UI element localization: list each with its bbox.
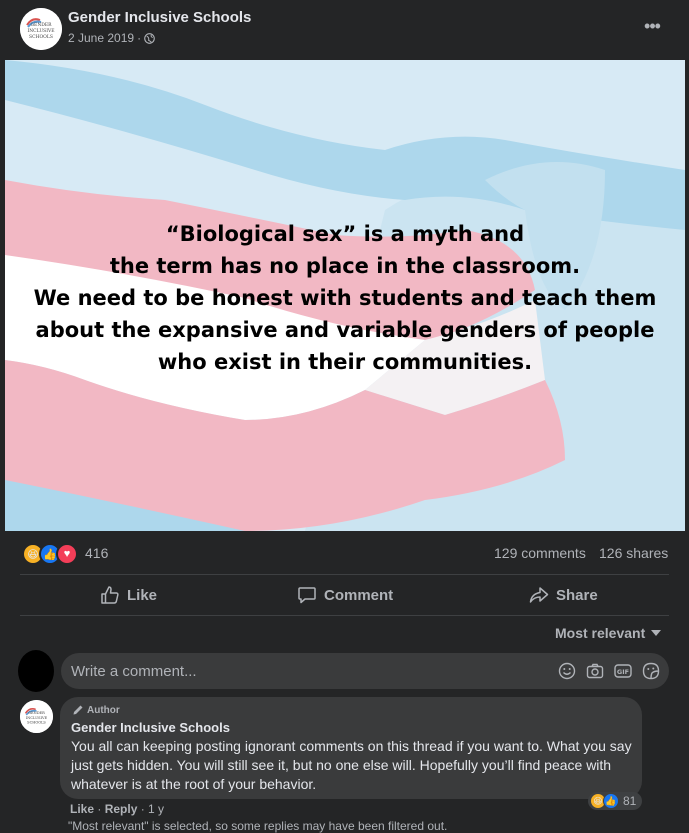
comment-reply-link[interactable]: Reply [105,802,138,816]
meta-separator: · [137,31,142,45]
like-reaction-icon: 👍 [603,793,619,809]
comment-input[interactable]: Write a comment... GIF [61,653,669,689]
svg-text:SCHOOLS: SCHOOLS [29,34,53,40]
comment-label: Comment [324,586,394,604]
comment-age[interactable]: 1 y [148,802,164,816]
comment-text: You all can keeping posting ignorant com… [71,738,632,792]
author-badge-label: Author [87,704,120,716]
quote-line: about the expansive and variable genders… [35,318,655,342]
user-avatar[interactable] [18,650,54,692]
divider [20,574,669,575]
caret-down-icon [651,630,662,636]
comment-like-link[interactable]: Like [70,802,94,816]
comment-button[interactable]: Comment [297,580,393,610]
comment-placeholder: Write a comment... [71,663,197,680]
comments-count[interactable]: 129 comments [494,545,586,561]
share-label: Share [556,586,598,604]
more-options-icon[interactable]: ••• [640,14,664,38]
thumbs-up-icon [101,586,119,604]
shares-count[interactable]: 126 shares [599,545,668,561]
quote-line: the term has no place in the classroom. [109,254,581,278]
quote-line: who exist in their communities. [157,350,533,374]
sticker-icon[interactable] [642,662,660,680]
pencil-icon [73,705,83,715]
quote-text: “Biological sex” is a myth and the term … [5,218,685,378]
sort-label: Most relevant [555,625,646,641]
comment-actions: Like · Reply · 1 y [70,802,165,816]
post-meta: 2 June 2019 · [68,31,155,45]
filter-note: "Most relevant" is selected, so some rep… [68,819,448,833]
reactions-bar: 😆 👍 ♥ 416 129 comments 126 shares [0,537,689,571]
love-reaction-icon: ♥ [56,543,78,565]
author-badge: Author [72,704,120,716]
gif-icon[interactable]: GIF [614,662,632,680]
share-button[interactable]: Share [529,580,598,610]
emoji-icon[interactable] [558,662,576,680]
comment-sort-dropdown[interactable]: Most relevant [555,625,662,641]
comment-reaction-count: 81 [623,794,637,808]
svg-text:GENDER: GENDER [28,711,45,715]
share-icon [529,587,549,603]
post-date[interactable]: 2 June 2019 [68,31,134,45]
reaction-icons[interactable]: 😆 👍 ♥ [22,543,78,565]
quote-line: “Biological sex” is a myth and [165,222,525,246]
like-label: Like [127,586,158,604]
page-logo: GENDER INCLUSIVE SCHOOLS [20,8,62,50]
page-name[interactable]: Gender Inclusive Schools [68,9,251,26]
divider [20,615,669,616]
comment-reactions[interactable]: 😆 👍 81 [588,792,643,810]
comment-icon [298,587,316,604]
like-button[interactable]: Like [100,580,157,610]
globe-icon [144,32,155,44]
author-avatar[interactable]: GENDER INCLUSIVE SCHOOLS [20,700,53,733]
post-image[interactable]: “Biological sex” is a myth and the term … [5,60,685,531]
reaction-count[interactable]: 416 [85,545,108,561]
svg-text:SCHOOLS: SCHOOLS [27,721,46,725]
svg-text:INCLUSIVE: INCLUSIVE [26,716,48,720]
camera-icon[interactable] [586,662,604,680]
quote-line: We need to be honest with students and t… [33,286,657,310]
svg-text:INCLUSIVE: INCLUSIVE [27,28,54,34]
svg-text:GENDER: GENDER [30,22,52,28]
commenter-name[interactable]: Gender Inclusive Schools [71,720,230,735]
post-header: GENDER INCLUSIVE SCHOOLS Gender Inclusiv… [0,0,689,60]
page-avatar[interactable]: GENDER INCLUSIVE SCHOOLS [20,8,62,50]
gif-label: GIF [617,668,629,676]
comment-bubble: Author Gender Inclusive Schools You all … [60,697,642,799]
page-logo: GENDER INCLUSIVE SCHOOLS [20,700,53,733]
